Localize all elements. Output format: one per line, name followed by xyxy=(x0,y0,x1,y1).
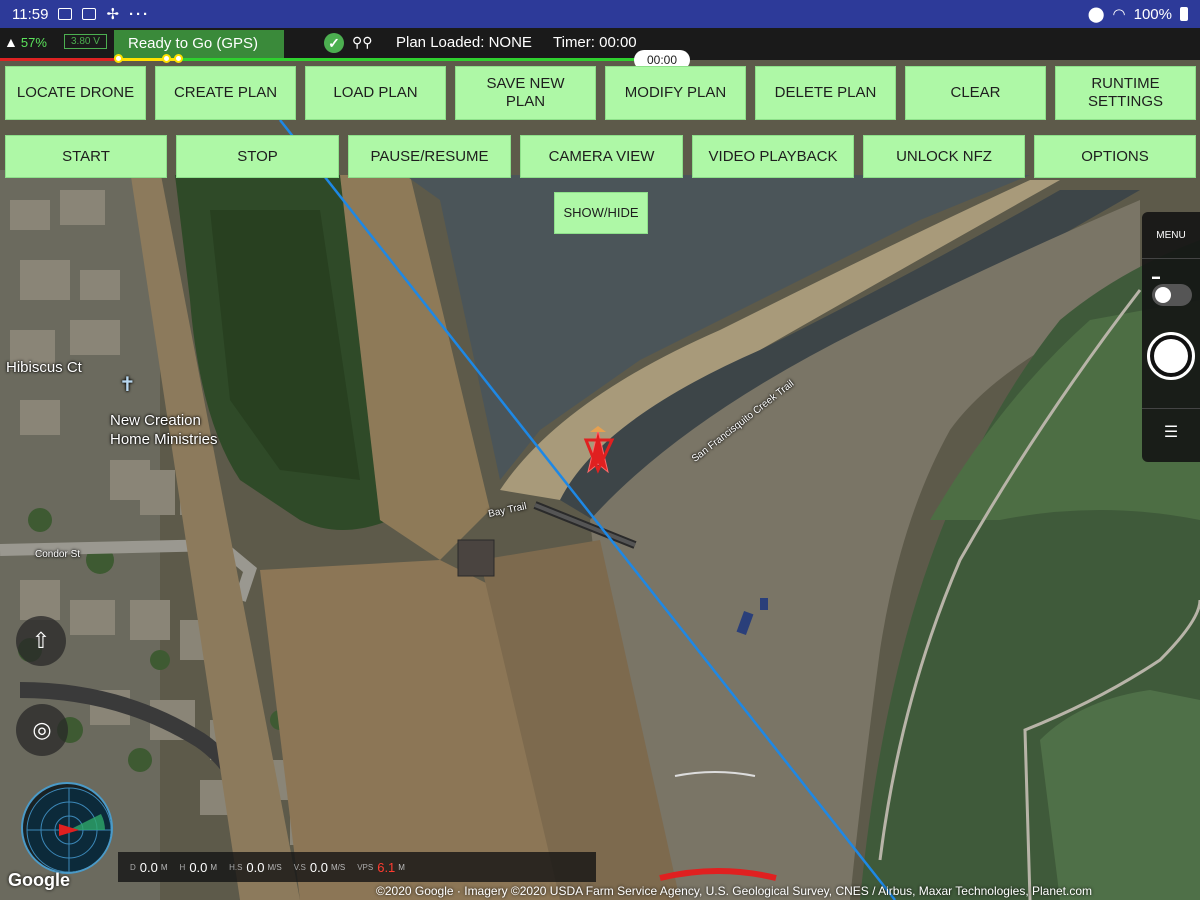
progress-segment-red xyxy=(0,58,118,61)
street-label-hibiscus: Hibiscus Ct xyxy=(6,359,82,376)
camera-control-panel: MENU ▬ ☰ xyxy=(1142,212,1200,462)
unlock-nfz-button[interactable]: UNLOCK NFZ xyxy=(863,135,1025,178)
video-playback-button[interactable]: VIDEO PLAYBACK xyxy=(692,135,854,178)
battery-icon: ▲ xyxy=(4,34,18,50)
show-hide-button[interactable]: SHOW/HIDE xyxy=(554,192,648,234)
horizontal-speed-label: H.S xyxy=(229,862,243,872)
flight-telemetry-strip: D 0.0 M H 0.0 M H.S 0.0 M/S V.S 0.0 M/S … xyxy=(118,852,596,882)
start-button[interactable]: START xyxy=(5,135,167,178)
check-icon: ✓ xyxy=(324,33,344,53)
vertical-speed-unit: M/S xyxy=(330,862,346,872)
gallery-icon xyxy=(58,8,73,20)
plan-loaded-status: Plan Loaded: NONE xyxy=(396,34,532,51)
radar-graphic xyxy=(26,787,111,872)
runtime-settings-button[interactable]: RUNTIME SETTINGS xyxy=(1055,66,1196,120)
radar-minimap[interactable] xyxy=(21,782,113,874)
clear-button[interactable]: CLEAR xyxy=(905,66,1046,120)
camera-menu-button[interactable]: MENU xyxy=(1142,230,1200,241)
fan-icon: ✢ xyxy=(106,6,120,23)
flight-status: Ready to Go (GPS) xyxy=(114,30,284,58)
google-logo: Google xyxy=(8,870,70,890)
vps-value: 6.1 xyxy=(377,859,396,875)
locate-drone-button[interactable]: LOCATE DRONE xyxy=(5,66,146,120)
photo-video-toggle[interactable] xyxy=(1152,284,1192,306)
wifi-icon: ◠ xyxy=(1112,6,1126,23)
progress-handle-mid[interactable] xyxy=(162,54,171,63)
camera-settings-icon[interactable]: ☰ xyxy=(1142,422,1200,442)
satellite-icon: ⚲⚲ xyxy=(352,34,373,50)
distance-label: D xyxy=(130,862,136,872)
panel-divider xyxy=(1142,408,1200,409)
vps-unit: M xyxy=(398,862,405,872)
progress-handle-end[interactable] xyxy=(174,54,183,63)
distance-unit: M xyxy=(160,862,168,872)
more-notifications-icon: ··· xyxy=(129,5,151,23)
takeoff-icon[interactable]: ⇧ xyxy=(16,616,66,666)
progress-segment-green xyxy=(118,58,638,61)
location-icon: ⬤ xyxy=(1087,6,1105,23)
poi-label-line2: Home Ministries xyxy=(110,431,218,448)
screen-icon xyxy=(82,8,97,20)
drone-battery: ▲ 57% xyxy=(4,34,47,50)
shutter-button[interactable] xyxy=(1147,332,1195,380)
panel-divider xyxy=(1142,258,1200,259)
progress-handle-start[interactable] xyxy=(114,54,123,63)
photo-mode-icon: ▬ xyxy=(1152,272,1160,281)
create-plan-button[interactable]: CREATE PLAN xyxy=(155,66,296,120)
street-label-condor: Condor St xyxy=(35,549,81,560)
church-icon: ✝ xyxy=(119,374,136,396)
height-label: H xyxy=(179,862,186,872)
horizontal-speed-unit: M/S xyxy=(267,862,282,872)
vertical-speed-label: V.S xyxy=(293,862,306,872)
clock: 11:59 xyxy=(12,5,49,23)
voltage-badge: 3.80 V xyxy=(64,34,107,49)
delete-plan-button[interactable]: DELETE PLAN xyxy=(755,66,896,120)
modify-plan-button[interactable]: MODIFY PLAN xyxy=(605,66,746,120)
compass-icon[interactable]: ◎ xyxy=(16,704,68,756)
height-unit: M xyxy=(210,862,218,872)
load-plan-button[interactable]: LOAD PLAN xyxy=(305,66,446,120)
save-new-plan-button[interactable]: SAVE NEW PLAN xyxy=(455,66,596,120)
vps-label: VPS xyxy=(357,862,374,872)
android-status-bar: 11:59 ✢ ··· ⬤ ◠ 100% xyxy=(0,0,1200,28)
timer-display: Timer: 00:00 xyxy=(553,34,637,51)
horizontal-speed-value: 0.0 xyxy=(246,859,265,875)
battery-level: 57% xyxy=(20,34,47,50)
battery-icon xyxy=(1180,7,1188,21)
stop-button[interactable]: STOP xyxy=(176,135,339,178)
height-value: 0.0 xyxy=(189,859,208,875)
map-attribution: ©2020 Google · Imagery ©2020 USDA Farm S… xyxy=(376,884,1093,898)
battery-percent: 100% xyxy=(1133,5,1172,23)
distance-value: 0.0 xyxy=(139,859,158,875)
toggle-knob xyxy=(1155,287,1171,303)
options-button[interactable]: OPTIONS xyxy=(1034,135,1196,178)
pause-resume-button[interactable]: PAUSE/RESUME xyxy=(348,135,511,178)
vertical-speed-value: 0.0 xyxy=(309,859,328,875)
poi-label-line1: New Creation xyxy=(110,412,201,429)
camera-view-button[interactable]: CAMERA VIEW xyxy=(520,135,683,178)
